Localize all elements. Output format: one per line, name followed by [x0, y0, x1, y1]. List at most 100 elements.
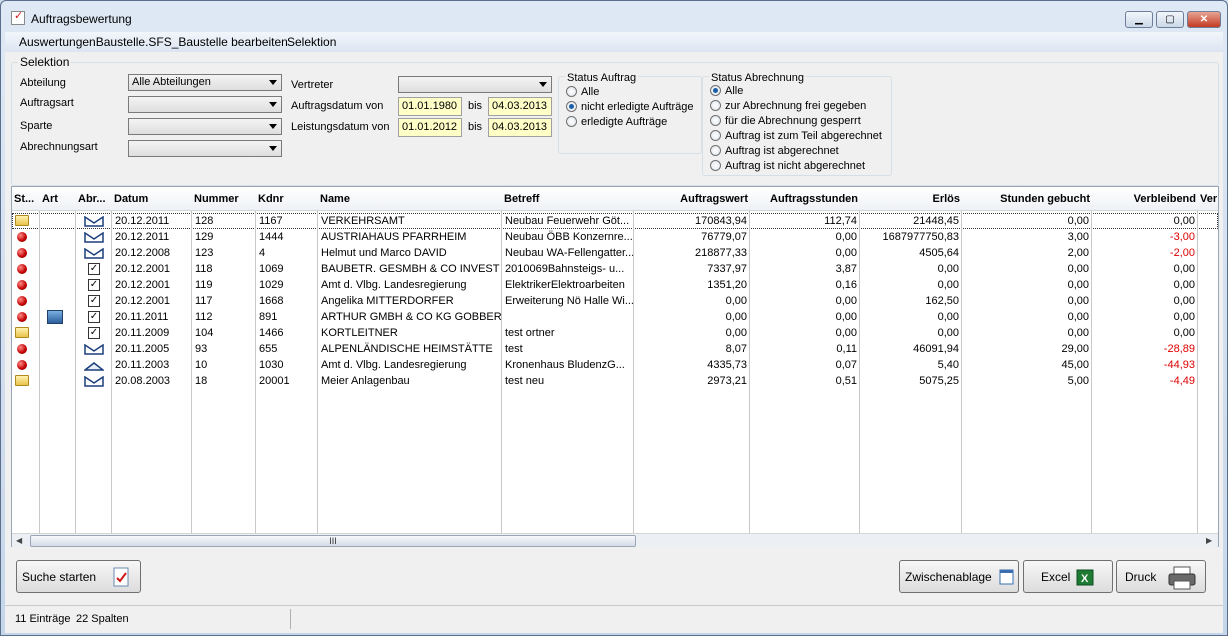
orders-grid[interactable]: St... Art Abr... Datum Nummer Kdnr Name Betreff… — [11, 186, 1219, 547]
col-nummer-header[interactable]: Nummer — [192, 187, 256, 211]
chevron-down-icon — [269, 80, 277, 85]
col-betreff-header[interactable]: Betreff — [502, 187, 634, 211]
col-kdnr-header[interactable]: Kdnr — [256, 187, 318, 211]
table-row[interactable]: 20.11.2005 93 655 ALPENLÄNDISCHE HEIMSTÄTTE… — [12, 341, 1218, 357]
col-ver-cell — [1198, 293, 1218, 309]
abrechnungsart-label: Abrechnungsart — [20, 141, 98, 153]
zwischenablage-label: Zwischenablage — [905, 570, 992, 584]
scroll-left-icon[interactable]: ◀ — [16, 536, 22, 545]
table-row[interactable]: 20.08.2003 18 20001 Meier Anlagenbau test ne… — [12, 373, 1218, 389]
vertreter-dropdown[interactable] — [398, 76, 552, 93]
col-erloes-cell: 0,00 — [937, 263, 959, 275]
col-nummer-cell: 123 — [195, 247, 214, 259]
table-row[interactable]: ✓ 20.12.2001 119 1029 Amt d. Vlbg. Landesreg… — [12, 277, 1218, 293]
status-auftrag-caption: Status Auftrag — [565, 72, 639, 84]
radio-abrechnung-alle[interactable]: Alle — [710, 85, 743, 99]
checkbox-checked-icon[interactable]: ✓ — [88, 327, 100, 339]
auftragsdatum-from-input[interactable]: 01.01.1980 — [398, 97, 462, 116]
table-row[interactable]: ✓ 20.11.2009 104 1466 KORTLEITNER test ortner… — [12, 325, 1218, 341]
leistungsdatum-to-input[interactable]: 04.03.2013 — [488, 118, 552, 137]
excel-button[interactable]: Excel X — [1023, 560, 1113, 593]
table-row[interactable]: ✓ 20.12.2001 117 1668 Angelika MITTERDORFER E… — [12, 293, 1218, 309]
col-erloes-header[interactable]: Erlös — [860, 187, 962, 211]
col-auftragsstunden-header[interactable]: Auftragsstunden — [750, 187, 860, 211]
radio-auftrag-nicht-erledigt[interactable]: nicht erledigte Aufträge — [566, 101, 694, 115]
auftragsart-dropdown[interactable] — [128, 96, 282, 113]
col-betreff-cell: Neubau WA-Fellengatter... — [505, 247, 634, 259]
druck-button[interactable]: Druck — [1116, 560, 1206, 593]
col-datum-header[interactable]: Datum — [112, 187, 192, 211]
col-abr-cell: ✓ — [76, 309, 112, 325]
sparte-dropdown[interactable] — [128, 118, 282, 135]
status-red-icon — [17, 232, 27, 242]
scrollbar-thumb[interactable]: III — [30, 535, 636, 547]
abteilung-label: Abteilung — [20, 77, 66, 89]
menu-item-selektion[interactable]: Selektion — [287, 35, 336, 49]
table-row[interactable]: 20.11.2003 10 1030 Amt d. Vlbg. Landesregie… — [12, 357, 1218, 373]
abrechnungsart-dropdown[interactable] — [128, 140, 282, 157]
auftragsdatum-to-input[interactable]: 04.03.2013 — [488, 97, 552, 116]
col-abr-header[interactable]: Abr... — [76, 187, 112, 211]
status-red-icon — [17, 360, 27, 370]
chevron-down-icon — [539, 82, 547, 87]
col-verbleibend-cell: 0,00 — [1173, 295, 1195, 307]
chevron-down-icon — [269, 146, 277, 151]
col-erloes-cell: 162,50 — [925, 295, 959, 307]
status-abrechnung-caption: Status Abrechnung — [709, 72, 806, 84]
col-verbleibend-header[interactable]: Verbleibend — [1092, 187, 1198, 211]
minimize-button[interactable]: ▁ — [1125, 11, 1153, 28]
col-auftragswert-header[interactable]: Auftragswert — [634, 187, 750, 211]
radio-auftrag-alle[interactable]: Alle — [566, 86, 599, 100]
col-auftragsstunden-cell: 0,00 — [835, 327, 857, 339]
table-row[interactable]: 20.12.2008 123 4 Helmut und Marco DAVID Neub… — [12, 245, 1218, 261]
table-row[interactable]: ✓ 20.11.2011 112 891 ARTHUR GMBH & CO KG GOB… — [12, 309, 1218, 325]
horizontal-scrollbar[interactable]: ◀ III ▶ — [12, 533, 1218, 547]
suche-starten-button[interactable]: Suche starten — [16, 560, 141, 593]
radio-abrechnung-frei[interactable]: zur Abrechnung frei gegeben — [710, 100, 866, 114]
status-red-icon — [17, 296, 27, 306]
col-ver-header[interactable]: Ver — [1198, 187, 1218, 211]
col-name-cell: KORTLEITNER — [321, 327, 398, 339]
col-art-header[interactable]: Art — [40, 187, 76, 211]
radio-abrechnung-abgerechnet[interactable]: Auftrag ist abgerechnet — [710, 145, 839, 159]
col-betreff-cell: Neubau ÖBB Konzernre... — [505, 231, 633, 243]
leistungsdatum-from-input[interactable]: 01.01.2012 — [398, 118, 462, 137]
column-divider — [1197, 211, 1198, 533]
radio-abrechnung-gesperrt[interactable]: für die Abrechnung gesperrt — [710, 115, 861, 129]
scroll-right-icon[interactable]: ▶ — [1206, 536, 1212, 545]
col-kdnr-cell: 1069 — [259, 263, 284, 275]
radio-icon — [566, 116, 577, 127]
checkbox-checked-icon[interactable]: ✓ — [88, 295, 100, 307]
checkbox-checked-icon[interactable]: ✓ — [88, 279, 100, 291]
menu-item-baustelle[interactable]: AuswertungenBaustelle.SFS_Baustelle bear… — [19, 35, 288, 49]
col-nummer-cell: 18 — [195, 375, 208, 387]
col-abr-cell — [76, 373, 112, 389]
abteilung-dropdown[interactable]: Alle Abteilungen — [128, 74, 282, 91]
table-row[interactable]: 20.12.2011 128 1167 VERKEHRSAMT Neubau Feuer… — [12, 213, 1218, 229]
col-auftragswert-cell: 8,07 — [725, 343, 747, 355]
checkbox-checked-icon[interactable]: ✓ — [88, 311, 100, 323]
col-verbleibend-cell: 0,00 — [1173, 263, 1195, 275]
col-stunden-gebucht-header[interactable]: Stunden gebucht — [962, 187, 1092, 211]
radio-abrechnung-teil[interactable]: Auftrag ist zum Teil abgerechnet — [710, 130, 882, 144]
close-button[interactable]: ✕ — [1187, 11, 1221, 28]
auftragsdatum-label: Auftragsdatum von — [291, 100, 384, 112]
col-nummer-cell: 119 — [195, 279, 213, 291]
col-erloes-cell: 5,40 — [937, 359, 959, 371]
checkbox-checked-icon[interactable]: ✓ — [88, 263, 100, 275]
maximize-button[interactable]: ▢ — [1156, 11, 1184, 28]
radio-abrechnung-nicht[interactable]: Auftrag ist nicht abgerechnet — [710, 160, 865, 174]
radio-icon — [566, 86, 577, 97]
col-kdnr-cell: 891 — [259, 311, 278, 323]
col-abr-cell: ✓ — [76, 293, 112, 309]
radio-auftrag-erledigt[interactable]: erledigte Aufträge — [566, 116, 667, 130]
col-erloes-cell: 4505,64 — [919, 247, 959, 259]
col-status-cell — [12, 277, 40, 293]
table-row[interactable]: ✓ 20.12.2001 118 1069 BAUBETR. GESMBH & CO I… — [12, 261, 1218, 277]
column-divider — [255, 211, 256, 533]
col-auftragswert-cell: 7337,97 — [707, 263, 747, 275]
table-row[interactable]: 20.12.2011 129 1444 AUSTRIAHAUS PFARRHEIM Ne… — [12, 229, 1218, 245]
zwischenablage-button[interactable]: Zwischenablage — [899, 560, 1019, 593]
col-status-header[interactable]: St... — [12, 187, 40, 211]
col-name-header[interactable]: Name — [318, 187, 502, 211]
